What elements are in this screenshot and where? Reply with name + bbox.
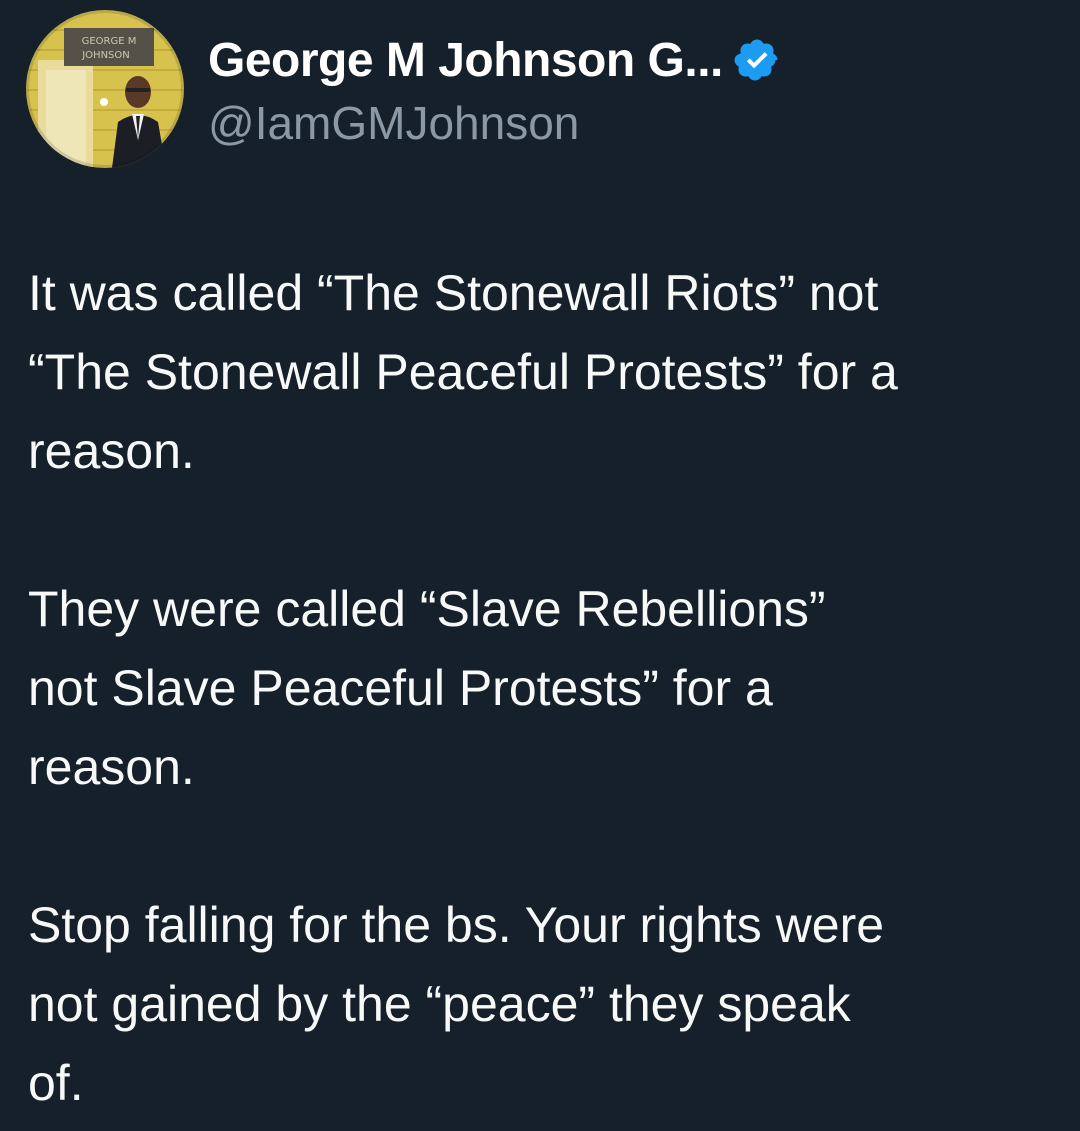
verified-badge-icon (733, 36, 781, 84)
author-name-row: George M Johnson G... (208, 32, 781, 88)
tweet-card: GEORGE M JOHNSON George M Johnson G... @… (0, 0, 1080, 1131)
author-identity: George M Johnson G... @IamGMJohnson (208, 32, 781, 150)
avatar-sign-line2: JOHNSON (81, 50, 130, 61)
avatar-sign-line1: GEORGE M (82, 36, 137, 47)
tweet-paragraph: Stop falling for the bs. Your rights wer… (28, 897, 885, 1111)
tweet-header: GEORGE M JOHNSON George M Johnson G... @… (26, 10, 781, 170)
tweet-paragraph: It was called “The Stonewall Riots” not … (28, 265, 898, 479)
avatar[interactable]: GEORGE M JOHNSON (26, 10, 184, 168)
tweet-text: It was called “The Stonewall Riots” not … (28, 254, 1078, 1123)
avatar-photo: GEORGE M JOHNSON (26, 10, 184, 168)
author-display-name[interactable]: George M Johnson G... (208, 33, 723, 88)
author-handle[interactable]: @IamGMJohnson (208, 96, 781, 150)
tweet-paragraph: They were called “Slave Rebellions” not … (28, 581, 826, 795)
